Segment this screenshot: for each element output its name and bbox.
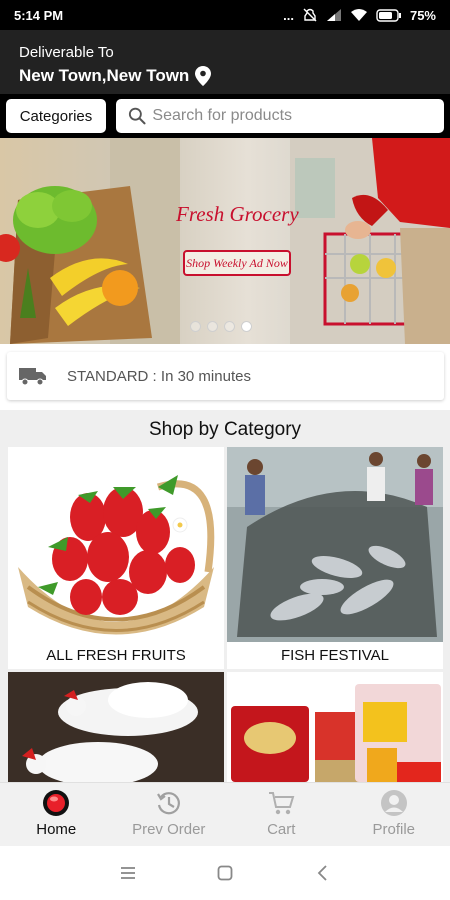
wifi-icon (350, 9, 367, 21)
shop-weekly-ad-button[interactable]: Shop Weekly Ad Now (183, 250, 291, 276)
categories-button[interactable]: Categories (6, 99, 106, 133)
location-pin-icon (195, 66, 212, 86)
nav-label: Cart (267, 821, 296, 838)
promo-banner[interactable]: Fresh Grocery Shop Weekly Ad Now (0, 138, 450, 344)
category-label: FISH FESTIVAL (227, 642, 443, 669)
bottom-nav: Home Prev Order Cart Profile (0, 782, 450, 846)
carousel-dot[interactable] (224, 321, 235, 332)
delivery-location[interactable]: New Town,New Town (19, 65, 431, 87)
home-icon (43, 790, 70, 816)
battery-level: 75% (409, 7, 436, 23)
cart-icon (269, 792, 295, 815)
category-label: ALL FRESH FRUITS (8, 642, 224, 669)
system-nav-bar (0, 846, 450, 900)
category-tile-fruits[interactable]: ALL FRESH FRUITS (8, 447, 224, 669)
search-icon (128, 107, 146, 125)
fruits-image (8, 447, 224, 642)
battery-icon (376, 8, 401, 22)
truck-icon (19, 368, 46, 386)
category-tile-chicken[interactable] (8, 672, 224, 782)
status-icons: ... 75% (283, 7, 436, 23)
section-title: Shop by Category (148, 419, 302, 440)
carousel-dot[interactable] (190, 321, 201, 332)
status-bar: 5:14 PM ... 75% (0, 0, 450, 30)
back-chevron-icon (317, 865, 327, 881)
deliver-label: Deliverable To (19, 44, 114, 61)
mute-icon (303, 8, 317, 22)
system-home-button[interactable] (205, 858, 245, 888)
groceries-image (227, 672, 443, 782)
status-time: 5:14 PM (14, 7, 64, 23)
square-icon (217, 865, 233, 881)
search-input[interactable] (152, 107, 432, 125)
banner-title: Fresh Grocery (176, 202, 299, 226)
nav-label: Profile (372, 821, 416, 838)
carousel-dot[interactable] (207, 321, 218, 332)
nav-label: Prev Order (132, 821, 206, 838)
carousel-dot-active[interactable] (241, 321, 252, 332)
search-box[interactable] (116, 99, 444, 133)
carousel-dots (190, 321, 252, 332)
nav-profile[interactable]: Profile (338, 783, 450, 846)
signal-icon (326, 9, 341, 21)
status-more: ... (283, 7, 294, 23)
nav-prev-order[interactable]: Prev Order (113, 783, 226, 846)
delivery-text: STANDARD : In 30 minutes (67, 367, 251, 385)
shop-by-category: Shop by Category ALL FRESH FRUITS FISH F… (0, 410, 450, 782)
location-text: New Town,New Town (19, 66, 190, 85)
history-icon (156, 792, 180, 815)
fish-image (227, 447, 443, 642)
nav-home[interactable]: Home (0, 783, 113, 846)
nav-cart[interactable]: Cart (225, 783, 338, 846)
category-tile-fish[interactable]: FISH FESTIVAL (227, 447, 443, 669)
nav-label: Home (36, 821, 77, 838)
banner-image (0, 138, 450, 344)
chicken-image (8, 672, 224, 782)
search-row: Categories (0, 94, 450, 138)
system-menu-button[interactable] (108, 858, 148, 888)
system-back-button[interactable] (302, 858, 342, 888)
app-header: Deliverable To New Town,New Town (0, 30, 450, 94)
profile-icon (380, 790, 407, 816)
category-tile-groceries[interactable] (227, 672, 443, 782)
delivery-info: STANDARD : In 30 minutes (7, 352, 444, 400)
menu-icon (121, 867, 136, 879)
